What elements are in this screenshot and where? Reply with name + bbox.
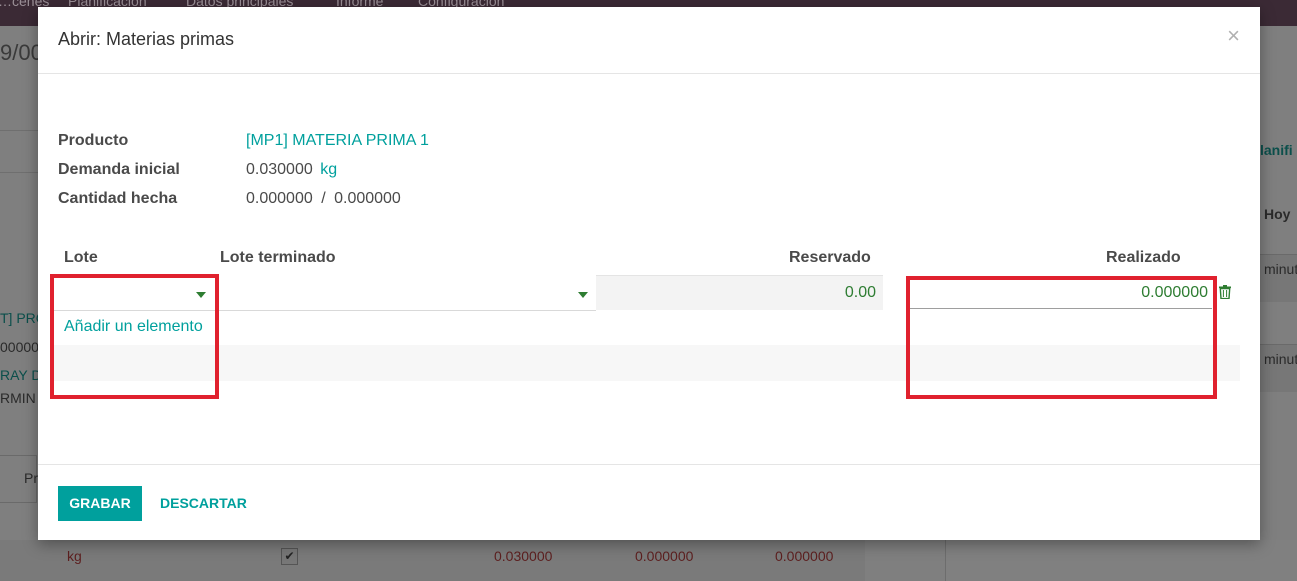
trash-icon[interactable] [1219, 285, 1231, 300]
column-header-lot[interactable]: Lote [64, 249, 98, 267]
separator: / [321, 190, 326, 207]
bg-tab: Pr [0, 455, 38, 503]
dialog-footer: GRABAR DESCARTAR [38, 464, 1260, 540]
finished-lot-select[interactable] [220, 277, 590, 310]
initial-demand-qty: 0.030000 [246, 161, 313, 178]
quantity-done-qty: 0.000000 [246, 190, 313, 207]
product-label: Producto [58, 132, 129, 149]
bg-quantity: 00000 [0, 339, 39, 355]
column-header-reserved[interactable]: Reservado [789, 249, 871, 267]
quantity-done-label: Cantidad hecha [58, 190, 178, 207]
reserved-cell: 0.00 [596, 275, 883, 310]
bg-checkbox: ✔ [281, 548, 298, 565]
bg-text: RMIN [0, 390, 36, 406]
close-icon[interactable]: × [1227, 25, 1240, 47]
divider [0, 130, 38, 131]
discard-button[interactable]: DESCARTAR [160, 486, 247, 521]
highlight-box-lot [50, 274, 219, 399]
column-header-finished-lot[interactable]: Lote terminado [220, 249, 336, 267]
highlight-box-done [906, 276, 1217, 399]
dialog-header: Abrir: Materias primas × [38, 7, 1260, 74]
initial-demand-value: 0.030000 kg [246, 161, 337, 179]
dialog-title: Abrir: Materias primas [58, 29, 235, 49]
uom-link[interactable]: kg [320, 161, 337, 178]
bg-panel [945, 540, 1297, 581]
divider [0, 172, 38, 173]
save-button[interactable]: GRABAR [58, 486, 142, 521]
reserved-value: 0.00 [844, 284, 876, 301]
chevron-down-icon [578, 292, 588, 298]
bg-table-row: kg 0.030000 0.000000 0.000000 [0, 540, 865, 581]
record-title: 9/00 [0, 40, 43, 65]
column-header-done[interactable]: Realizado [1106, 249, 1181, 267]
bg-link: RAY D [0, 367, 42, 383]
initial-demand-label: Demanda inicial [58, 161, 180, 178]
quantity-done-value: 0.000000 / 0.000000 [246, 190, 401, 208]
quantity-done-total: 0.000000 [334, 190, 401, 207]
raw-materials-dialog: Abrir: Materias primas × Producto [MP1] … [38, 7, 1260, 540]
product-link[interactable]: [MP1] MATERIA PRIMA 1 [246, 132, 429, 150]
